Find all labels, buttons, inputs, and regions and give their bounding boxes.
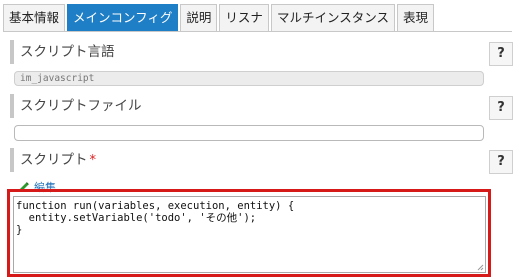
tab-multi-instance[interactable]: マルチインスタンス — [270, 4, 395, 31]
required-mark: * — [89, 153, 97, 168]
script-file-input[interactable] — [14, 125, 484, 141]
script-file-label-text: スクリプトファイル — [20, 98, 142, 114]
script-file-label: スクリプトファイル — [10, 94, 142, 118]
script-label: スクリプト * — [10, 148, 96, 172]
script-file-help-button[interactable]: ? — [489, 96, 513, 120]
tab-main-config[interactable]: メインコンフィグ — [67, 4, 179, 31]
script-language-value: im_javascript — [14, 71, 484, 86]
script-code-editor[interactable]: function run(variables, execution, entit… — [13, 196, 486, 273]
code-line: entity.setVariable('todo', 'その他'); — [16, 212, 257, 224]
tab-listener[interactable]: リスナ — [219, 4, 269, 31]
tab-description[interactable]: 説明 — [180, 4, 218, 31]
script-language-label: スクリプト言語 — [10, 40, 115, 64]
tab-expression[interactable]: 表現 — [396, 4, 434, 31]
script-language-help-button[interactable]: ? — [489, 42, 513, 66]
script-help-button[interactable]: ? — [489, 150, 513, 174]
script-label-text: スクリプト — [20, 152, 88, 168]
resize-grip-icon[interactable] — [476, 263, 484, 271]
tab-bar: 基本情報 メインコンフィグ 説明 リスナ マルチインスタンス 表現 — [3, 4, 436, 31]
code-line: } — [16, 224, 23, 236]
tab-basic-info[interactable]: 基本情報 — [3, 4, 66, 31]
code-line: function run(variables, execution, entit… — [16, 200, 295, 212]
script-language-label-text: スクリプト言語 — [20, 44, 115, 60]
tab-divider — [3, 31, 512, 32]
